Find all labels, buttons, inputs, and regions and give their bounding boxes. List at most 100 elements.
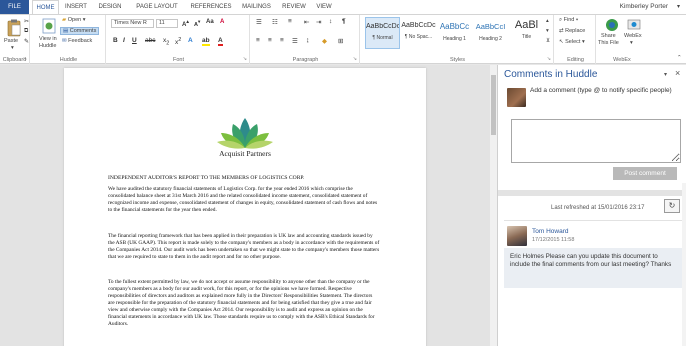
clear-formatting-icon[interactable]: A <box>220 19 224 25</box>
bullets-icon[interactable]: ☰ <box>256 18 262 26</box>
replace-button[interactable]: ⇄ Replace <box>559 28 585 34</box>
huddle-view-icon[interactable] <box>42 18 56 34</box>
share-this-file-button-line2[interactable]: This File <box>598 40 619 46</box>
style-name: Heading 2 <box>479 36 502 42</box>
tab-home[interactable]: HOME <box>32 0 59 14</box>
pane-options-icon[interactable]: ▾ <box>664 71 667 78</box>
align-center-icon[interactable]: ≡ <box>268 37 272 44</box>
document-page[interactable]: Acquisit Partners INDEPENDENT AUDITOR'S … <box>64 68 426 346</box>
text-effects-icon[interactable]: A <box>188 37 193 44</box>
paste-dropdown-icon[interactable]: ▾ <box>11 45 14 51</box>
paragraph-launcher-icon[interactable]: ↘ <box>353 56 357 62</box>
line-spacing-icon[interactable]: ↨ <box>306 37 309 44</box>
huddle-group-label: Huddle <box>59 57 78 63</box>
font-name-combo[interactable]: Times New R <box>111 19 154 28</box>
shrink-font-icon[interactable]: A▾ <box>194 19 200 28</box>
post-comment-button[interactable]: Post comment <box>613 167 677 180</box>
close-icon[interactable]: × <box>675 68 680 78</box>
view-in-huddle-button-line2[interactable]: Huddle <box>39 43 56 49</box>
copy-icon[interactable]: ⧉ <box>24 28 28 35</box>
comments-pane: Comments in Huddle ▾ × Add a comment (ty… <box>497 65 686 346</box>
tab-file[interactable]: FILE <box>0 0 29 14</box>
multilevel-list-icon[interactable]: ≡ <box>288 18 292 25</box>
webex-icon[interactable] <box>627 18 641 32</box>
italic-icon[interactable]: I <box>123 37 125 44</box>
refresh-button[interactable]: ↻ <box>664 199 680 213</box>
styles-group-label: Styles <box>450 57 465 63</box>
change-case-icon[interactable]: Aa <box>206 19 214 25</box>
document-scrollbar-thumb[interactable] <box>491 75 496 135</box>
pane-divider <box>498 190 686 196</box>
tab-review[interactable]: REVIEW <box>280 0 308 14</box>
editing-group-label: Editing <box>567 57 584 63</box>
document-scrollbar[interactable] <box>490 65 497 346</box>
find-button[interactable]: ⌕ Find ▾ <box>559 17 578 24</box>
increase-indent-icon[interactable]: ⇥ <box>316 18 321 26</box>
font-size-combo[interactable]: 11 <box>156 19 178 28</box>
font-launcher-icon[interactable]: ↘ <box>243 56 247 62</box>
grow-font-icon[interactable]: A▴ <box>182 19 189 28</box>
borders-icon[interactable]: ⊞ <box>338 37 343 45</box>
webex-button[interactable]: WebEx <box>624 33 642 39</box>
tab-references[interactable]: REFERENCES <box>189 0 233 14</box>
decrease-indent-icon[interactable]: ⇤ <box>304 18 309 26</box>
styles-more-icon[interactable]: ⊻ <box>546 38 550 44</box>
style-heading-1[interactable]: AaBbCc Heading 1 <box>437 17 472 49</box>
style-name: Title <box>521 34 532 40</box>
huddle-open-button[interactable]: ▰ Open ▾ <box>62 17 86 23</box>
tab-design[interactable]: DESIGN <box>96 0 124 14</box>
pane-scrollbar[interactable] <box>682 183 686 346</box>
style-title[interactable]: AaBl Title <box>509 17 544 49</box>
collapse-ribbon-icon[interactable]: ⌃ <box>677 55 682 61</box>
styles-launcher-icon[interactable]: ↘ <box>547 56 551 62</box>
user-name[interactable]: Kimberley Porter <box>620 0 668 14</box>
style-sample: AaBbCc <box>439 22 470 31</box>
account-menu-icon[interactable]: ▾ <box>677 0 680 14</box>
strikethrough-icon[interactable]: abc <box>145 37 155 44</box>
paragraph-group: ☰ ☷ ≡ ⇤ ⇥ ↕ ¶ ≡ ≡ ≡ ☰ ↨ ◆ ⊞ Paragraph ↘ <box>252 15 360 64</box>
format-painter-icon[interactable]: ✎ <box>24 38 29 45</box>
view-in-huddle-button[interactable]: View in <box>39 36 57 42</box>
justify-icon[interactable]: ☰ <box>292 37 298 45</box>
font-color-icon[interactable]: A <box>218 37 223 46</box>
sort-icon[interactable]: ↕ <box>329 18 332 25</box>
style-heading-2[interactable]: AaBbCcI Heading 2 <box>473 17 508 49</box>
show-formatting-icon[interactable]: ¶ <box>342 18 346 25</box>
tab-insert[interactable]: INSERT <box>63 0 89 14</box>
subscript-icon[interactable]: x2 <box>163 37 169 46</box>
styles-scroll-up-icon[interactable]: ▴ <box>546 18 549 24</box>
paste-icon[interactable] <box>6 19 22 37</box>
cut-icon[interactable]: ✂ <box>24 18 29 25</box>
align-right-icon[interactable]: ≡ <box>280 37 284 44</box>
editing-group: ⌕ Find ▾ ⇄ Replace ↖ Select ▾ Editing <box>556 15 596 64</box>
webex-group-label: WebEx <box>613 57 631 63</box>
tab-page-layout[interactable]: PAGE LAYOUT <box>133 0 181 14</box>
superscript-icon[interactable]: x2 <box>175 37 181 46</box>
comments-icon: ▤ <box>63 28 69 34</box>
align-left-icon[interactable]: ≡ <box>256 37 260 44</box>
current-user-avatar <box>507 88 526 107</box>
style-normal[interactable]: AaBbCcDc ¶ Normal <box>365 17 400 49</box>
style-name: ¶ No Spac... <box>404 34 433 40</box>
share-this-file-button[interactable]: Share <box>601 33 616 39</box>
comment-input[interactable] <box>511 119 681 163</box>
ribbon: Paste ▾ ✂ ⧉ ✎ Clipboard ↘ View in Huddle… <box>0 14 686 64</box>
comment-author[interactable]: Tom Howard <box>532 228 568 235</box>
webex-dropdown-icon[interactable]: ▾ <box>630 40 633 46</box>
underline-icon[interactable]: U <box>132 37 137 44</box>
numbering-icon[interactable]: ☷ <box>272 18 278 26</box>
highlight-icon[interactable]: ab <box>202 37 210 46</box>
share-file-icon[interactable] <box>605 18 619 32</box>
shading-icon[interactable]: ◆ <box>322 37 327 45</box>
paste-button[interactable]: Paste <box>4 38 18 44</box>
select-button[interactable]: ↖ Select ▾ <box>559 39 585 45</box>
clipboard-launcher-icon[interactable]: ↘ <box>23 56 27 62</box>
comments-pane-title: Comments in Huddle <box>504 69 598 80</box>
huddle-comments-button[interactable]: ▤ Comments <box>60 27 100 35</box>
style-no-spacing[interactable]: AaBbCcDc ¶ No Spac... <box>401 17 436 49</box>
styles-scroll-down-icon[interactable]: ▾ <box>546 28 549 34</box>
huddle-feedback-button[interactable]: ✉ Feedback <box>62 38 92 44</box>
tab-mailings[interactable]: MAILINGS <box>239 0 274 14</box>
bold-icon[interactable]: B <box>113 37 118 44</box>
tab-view[interactable]: VIEW <box>314 0 334 14</box>
